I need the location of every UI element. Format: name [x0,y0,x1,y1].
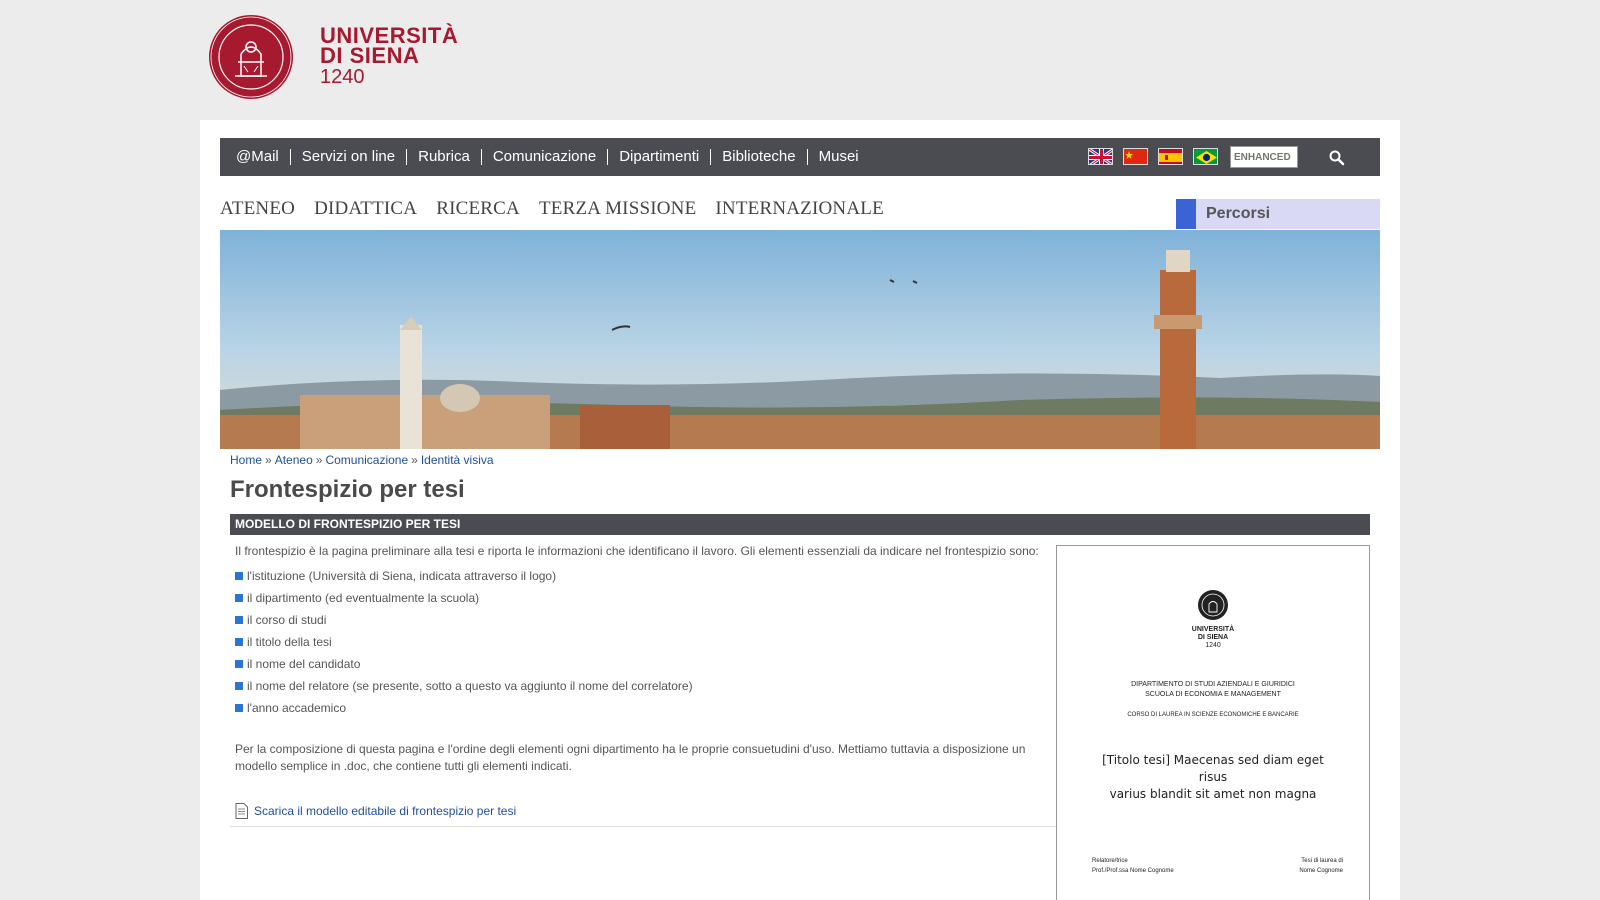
percorsi-button[interactable]: Percorsi [1176,199,1380,229]
main-navigation: ATENEO DIDATTICA RICERCA TERZA MISSIONE … [220,198,903,220]
list-item-text: il nome del candidato [247,657,361,671]
breadcrumb-separator: » [315,453,323,467]
breadcrumb: Home» Ateneo» Comunicazione» Identità visiv… [230,453,494,467]
topnav-link-dipartimenti[interactable]: Dipartimenti [607,149,710,165]
preview-relatore-label: Relatore/trice [1092,858,1128,864]
preview-brand-line-1: UNIVERSITÀ [1191,626,1235,633]
download-link-text[interactable]: Scarica il modello editabile di frontesp… [254,804,516,818]
preview-title-line-1: [Titolo tesi] Maecenas sed diam eget ris… [1102,753,1324,784]
section-header: MODELLO DI FRONTESPIZIO PER TESI [230,514,1370,535]
preview-thesis-title: [Titolo tesi] Maecenas sed diam eget ris… [1087,752,1339,803]
topnav-link-biblioteche[interactable]: Biblioteche [710,149,806,165]
university-seal-icon [1198,590,1228,620]
document-icon [235,803,248,819]
preview-candidate-name: Nome Cognome [1299,868,1343,874]
university-logo[interactable]: UNIVERSITÀ DI SIENA 1240 [208,14,508,104]
breadcrumb-separator: » [265,453,272,467]
list-item-text: il dipartimento (ed eventualmente la scu… [247,591,480,605]
siena-panorama-image [220,230,1380,449]
mainnav-ateneo[interactable]: ATENEO [220,198,295,220]
bullet-icon [235,704,243,712]
topnav-link-musei[interactable]: Musei [806,149,870,165]
list-item: il dipartimento (ed eventualmente la scu… [235,587,1055,609]
frontespizio-preview-image: UNIVERSITÀ DI SIENA 1240 DIPARTIMENTO DI… [1056,545,1370,900]
preview-course: CORSO DI LAUREA IN SCIENZE ECONOMICHE E … [1127,712,1299,718]
mainnav-ricerca[interactable]: RICERCA [436,198,520,220]
preview-title-line-2: varius blandit sit amet non magna [1109,787,1317,801]
preview-department: DIPARTIMENTO DI STUDI AZIENDALI E GIURID… [1131,681,1295,688]
mainnav-didattica[interactable]: DIDATTICA [314,198,417,220]
preview-candidate: Tesi di laurea di Nome Cognome [1285,856,1343,876]
bullet-icon [235,594,243,602]
preview-relatore-name: Prof./Prof.ssa Nome Cognome [1092,868,1174,874]
search-icon[interactable] [1328,149,1346,167]
percorsi-label: Percorsi [1206,205,1271,222]
list-item: il nome del relatore (se presente, sotto… [235,675,1055,697]
bullet-icon [235,682,243,690]
preview-brand-year: 1240 [1205,642,1221,649]
brazil-flag-icon[interactable] [1193,148,1218,165]
logo-line-2: DI SIENA [320,43,420,68]
list-item-text: il corso di studi [247,613,327,627]
uk-flag-icon[interactable] [1088,148,1113,165]
preview-candidate-label: Tesi di laurea di [1301,858,1343,864]
list-item-text: il titolo della tesi [247,635,332,649]
china-flag-icon[interactable] [1123,148,1148,165]
spain-flag-icon[interactable] [1158,148,1183,165]
logo-wordmark: UNIVERSITÀ DI SIENA 1240 [320,25,458,89]
preview-school: SCUOLA DI ECONOMIA E MANAGEMENT [1145,691,1281,698]
page-container: @Mail Servizi on line Rubrica Comunicazi… [200,120,1400,900]
topnav-link-servizi[interactable]: Servizi on line [289,149,406,165]
download-template-link[interactable]: Scarica il modello editabile di frontesp… [235,803,516,819]
bullet-icon [235,616,243,624]
top-links: @Mail Servizi on line Rubrica Comunicazi… [228,138,870,176]
language-flags [1088,148,1218,165]
breadcrumb-separator: » [411,453,418,467]
breadcrumb-comunicazione[interactable]: Comunicazione [325,453,408,467]
bullet-icon [235,638,243,646]
mainnav-terza-missione[interactable]: TERZA MISSIONE [539,198,696,220]
logo-year: 1240 [320,66,365,88]
topnav-link-rubrica[interactable]: Rubrica [406,149,481,165]
preview-brand-line-2: DI SIENA [1197,634,1229,641]
breadcrumb-ateneo[interactable]: Ateneo [275,453,313,467]
list-item: l'istituzione (Università di Siena, indi… [235,565,1055,587]
list-item: il nome del candidato [235,653,1055,675]
preview-relatore: Relatore/trice Prof./Prof.ssa Nome Cogno… [1092,856,1174,876]
percorsi-accent-bar [1176,199,1196,229]
university-seal-icon [209,15,293,99]
bullet-icon [235,572,243,580]
bullet-icon [235,660,243,668]
content-body: Il frontespizio è la pagina preliminare … [235,543,1055,775]
search-input[interactable] [1230,146,1298,168]
list-item: il titolo della tesi [235,631,1055,653]
list-item-text: il nome del relatore (se presente, sotto… [247,679,693,693]
breadcrumb-identita-visiva[interactable]: Identità visiva [421,453,494,467]
intro-text: Il frontespizio è la pagina preliminare … [235,544,1039,558]
topnav-link-comunicazione[interactable]: Comunicazione [480,149,607,165]
content-divider [230,826,1056,827]
description-paragraph: Per la composizione di questa pagina e l… [235,742,1026,773]
page-title: Frontespizio per tesi [230,476,465,503]
top-navigation-bar: @Mail Servizi on line Rubrica Comunicazi… [220,138,1380,176]
mainnav-internazionale[interactable]: INTERNAZIONALE [715,198,883,220]
list-item-text: l'istituzione (Università di Siena, indi… [247,569,557,583]
breadcrumb-home[interactable]: Home [230,453,262,467]
list-item: l'anno accademico [235,697,1055,719]
list-item: il corso di studi [235,609,1055,631]
list-item-text: l'anno accademico [247,701,347,715]
topnav-link-mail[interactable]: @Mail [228,149,290,165]
